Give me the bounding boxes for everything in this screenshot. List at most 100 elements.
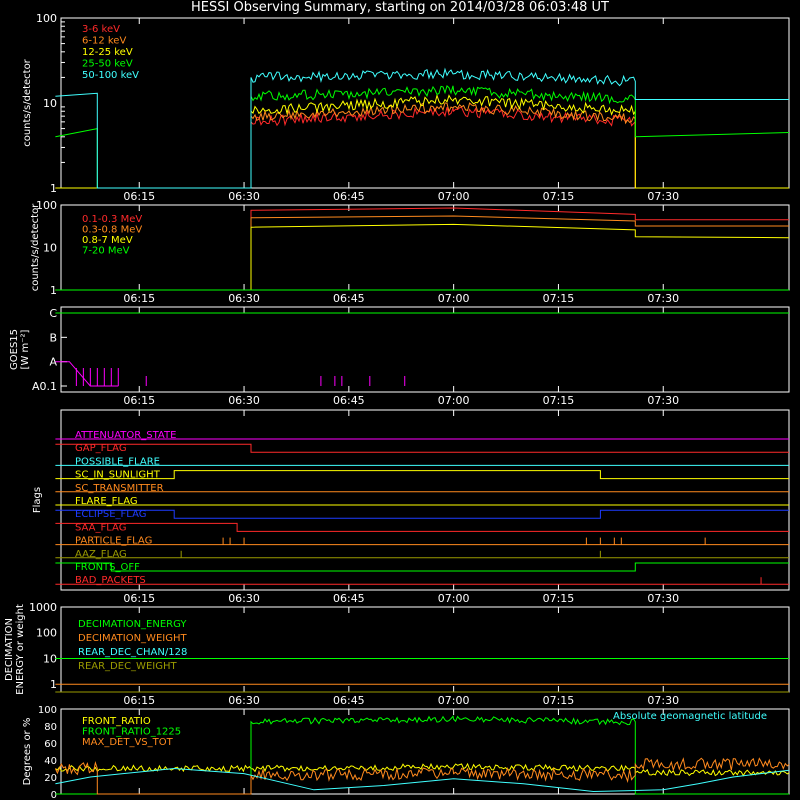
time-tick-label: 07:30 <box>647 190 679 203</box>
y-tick-label: 100 <box>38 705 57 716</box>
time-tick-label: 06:15 <box>123 394 155 407</box>
series-6-12-kev <box>55 103 789 188</box>
legend-entry-4: 25-50 keV <box>82 59 133 70</box>
time-tick-label: 07:30 <box>647 694 679 707</box>
flag-label-7: ECLIPSE_FLAG <box>75 509 146 520</box>
observing-summary-plot: 06:15 06:30 06:45 07:00 07:15 07:30 06:15 06:30… <box>0 0 800 800</box>
time-tick-label: 06:30 <box>228 190 260 203</box>
flag-label-12: BAD_PACKETS <box>75 575 146 586</box>
y-tick-label: 10 <box>43 652 57 665</box>
y-axis-label: Degrees or % <box>22 718 33 786</box>
time-tick-label: 06:30 <box>228 292 260 305</box>
flag-label-8: SAA_FLAG <box>75 522 126 533</box>
flag-label-2: GAP_FLAG <box>75 443 127 454</box>
panel-frame <box>61 307 789 392</box>
time-tick-label: 07:00 <box>438 394 470 407</box>
flag-fronts-off <box>55 563 789 571</box>
y-axis-label: counts/s/detector <box>22 58 33 146</box>
series-50-100-kev <box>55 69 789 188</box>
flag-sc-in-sunlight <box>55 471 789 479</box>
time-tick-label: 06:45 <box>333 394 365 407</box>
time-tick-label: 07:15 <box>543 592 575 605</box>
time-tick-label: 07:15 <box>543 190 575 203</box>
legend-entry-4: 7-20 MeV <box>82 246 130 257</box>
time-tick-label: 07:00 <box>438 592 470 605</box>
y-tick-label: 60 <box>44 739 57 750</box>
y-axis-label: GOES15 <box>9 329 20 370</box>
time-tick-label: 07:30 <box>647 592 679 605</box>
y-tick-label: 40 <box>44 756 57 767</box>
legend-entry-3: REAR_DEC_CHAN/128 <box>78 647 187 658</box>
time-tick-label: 07:00 <box>438 190 470 203</box>
legend-entry-3: MAX_DET_VS_TOT <box>82 737 174 748</box>
y-tick-label: 100 <box>36 12 57 25</box>
time-tick-label: 06:30 <box>228 592 260 605</box>
y-axis-label: DECIMATION <box>4 618 15 681</box>
time-tick-label: 07:00 <box>438 292 470 305</box>
time-tick-label: 06:15 <box>123 592 155 605</box>
flag-label-6: FLARE_FLAG <box>75 496 138 507</box>
time-tick-label: 06:45 <box>333 592 365 605</box>
time-tick-label: 07:15 <box>543 292 575 305</box>
flag-label-3: POSSIBLE_FLARE <box>75 456 160 467</box>
series-25-50-kev <box>55 86 789 188</box>
y-axis-label: counts/s/detector <box>30 203 41 291</box>
flag-gap-flag <box>55 444 789 452</box>
flag-label-1: ATTENUATOR_STATE <box>75 430 176 441</box>
y-tick-label: 1 <box>50 678 57 691</box>
y-tick-label: B <box>49 331 57 344</box>
y-tick-label: 100 <box>36 627 57 640</box>
y-axis-label: Flags <box>32 487 43 513</box>
y-tick-label: 100 <box>36 199 57 212</box>
time-tick-label: 06:45 <box>333 694 365 707</box>
series-0.3-0.8-mev <box>55 216 789 290</box>
legend-entry-5: 50-100 keV <box>82 70 139 81</box>
legend-entry-1: 3-6 keV <box>82 24 120 35</box>
time-tick-label: 07:00 <box>438 694 470 707</box>
time-tick-label: 07:30 <box>647 292 679 305</box>
time-tick-label: 06:15 <box>123 190 155 203</box>
flag-label-11: FRONTS_OFF <box>75 562 140 573</box>
series-0.1-0.3-mev <box>55 208 789 290</box>
time-tick-label: 07:15 <box>543 694 575 707</box>
time-tick-label: 06:30 <box>228 694 260 707</box>
series-0.8-7-mev <box>55 224 789 290</box>
time-tick-label: 07:15 <box>543 394 575 407</box>
panel-frame <box>61 18 789 188</box>
series-absolute-geomagnetic-latitude <box>55 769 789 792</box>
legend-entry-4: REAR_DEC_WEIGHT <box>78 661 177 672</box>
latitude-annotation: Absolute geomagnetic latitude <box>613 711 767 722</box>
legend-entry-2: DECIMATION_WEIGHT <box>78 633 187 644</box>
legend-entry-2: 6-12 keV <box>82 36 126 47</box>
panel-frame <box>61 205 789 290</box>
y-tick-label: A0.1 <box>32 380 57 393</box>
legend-entry-3: 0.8-7 MeV <box>82 235 133 246</box>
legend-entry-1: DECIMATION_ENERGY <box>78 619 187 630</box>
y-tick-label: 10 <box>43 97 57 110</box>
y-tick-label: 80 <box>44 722 57 733</box>
y-tick-label: 20 <box>44 773 57 784</box>
flag-label-9: PARTICLE_FLAG <box>75 536 152 547</box>
flag-eclipse-flag <box>55 510 789 518</box>
series-goes-short <box>55 362 118 386</box>
y-tick-label: 10 <box>43 242 57 255</box>
flag-label-5: SC_TRANSMITTER <box>75 483 164 494</box>
legend-entry-1: FRONT_RATIO <box>82 716 151 727</box>
flag-saa-flag <box>55 523 789 531</box>
legend-entry-2: 0.3-0.8 MeV <box>82 225 142 236</box>
series-3-6-kev <box>55 107 789 188</box>
legend-entry-3: 12-25 keV <box>82 47 133 58</box>
y-tick-label: 1000 <box>29 601 57 614</box>
time-tick-label: 06:15 <box>123 694 155 707</box>
time-tick-label: 06:45 <box>333 190 365 203</box>
series-max-det-vs-tot <box>55 758 789 794</box>
y-axis-unit: [W m⁻²] <box>20 329 31 369</box>
series-12-25-kev <box>55 96 789 189</box>
y-axis-label-2: ENERGY or weight <box>15 604 26 695</box>
time-tick-label: 06:15 <box>123 292 155 305</box>
time-tick-label: 07:30 <box>647 394 679 407</box>
legend-entry-1: 0.1-0.3 MeV <box>82 214 142 225</box>
time-tick-label: 06:45 <box>333 292 365 305</box>
y-tick-label: 0 <box>51 790 57 800</box>
legend-entry-2: FRONT_RATIO_1225 <box>82 727 181 738</box>
